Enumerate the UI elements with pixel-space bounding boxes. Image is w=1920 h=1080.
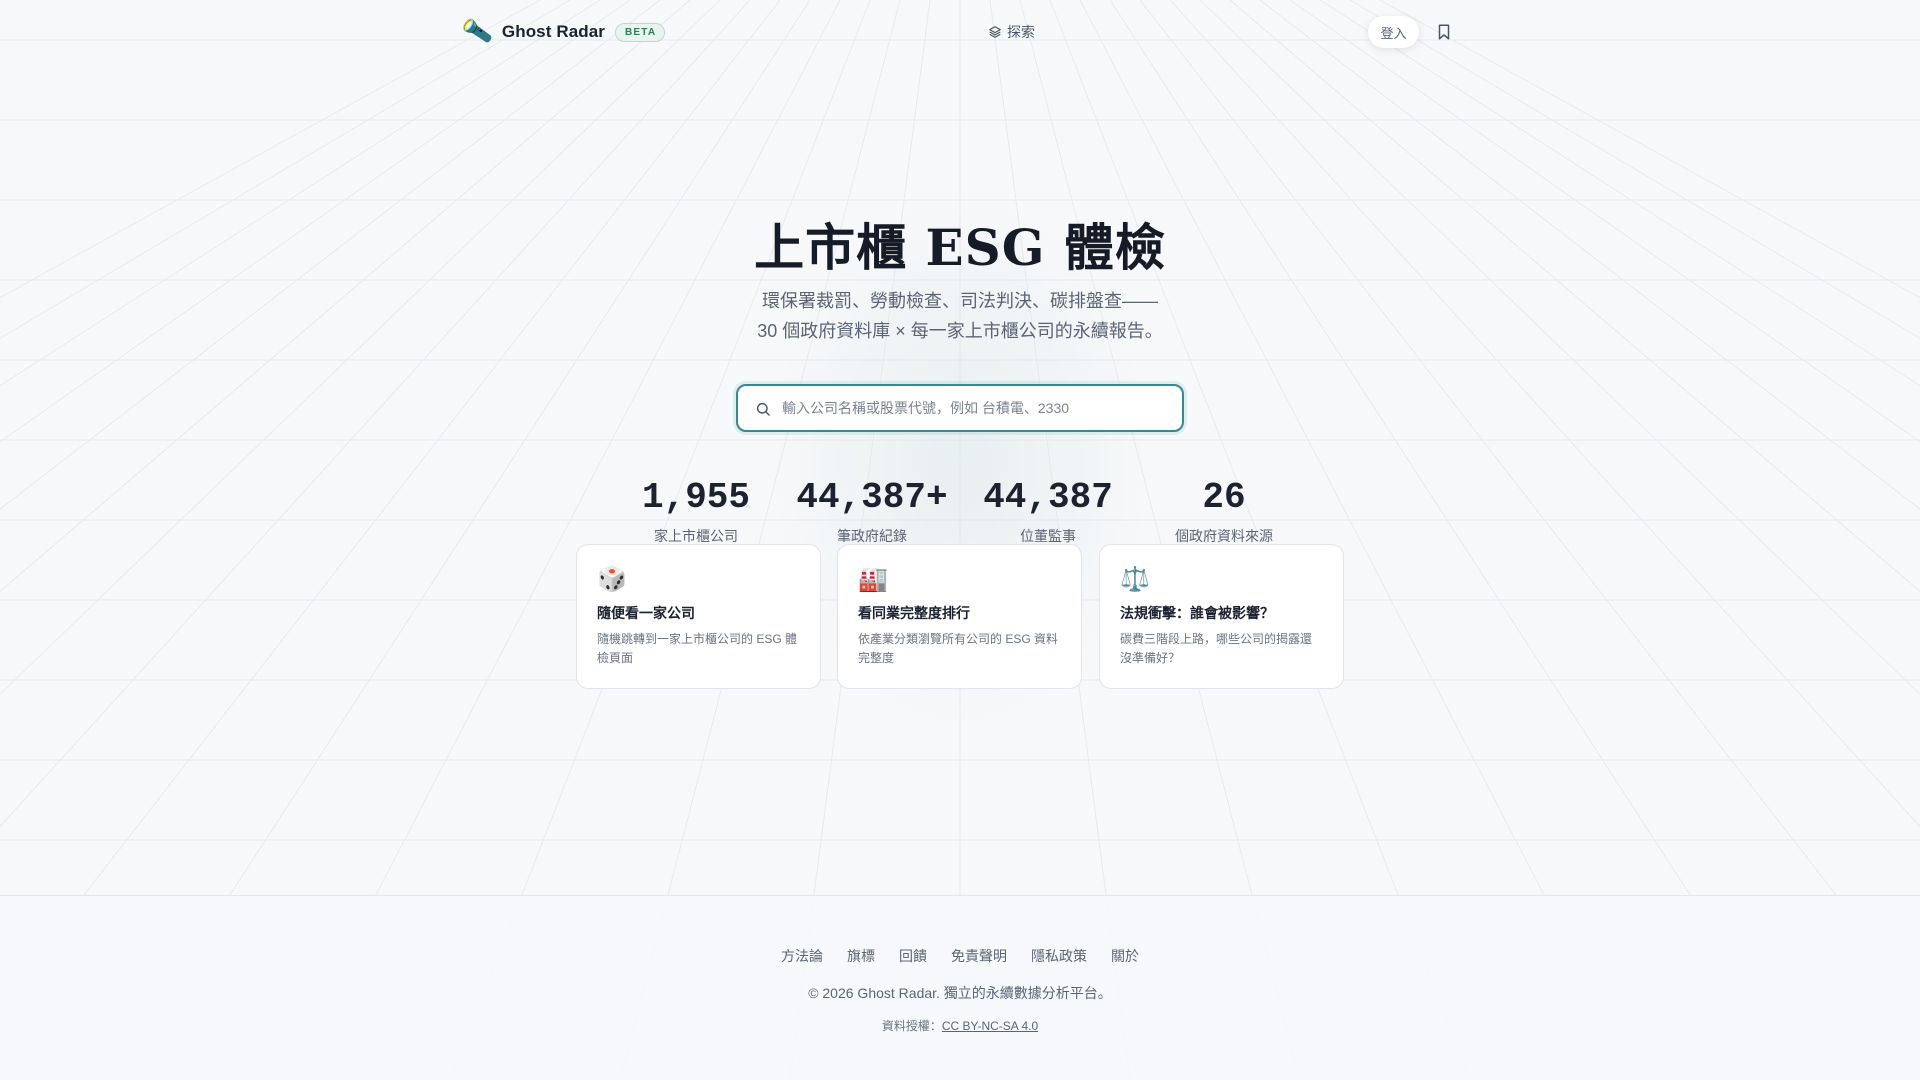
license-line: 資料授權：CC BY-NC-SA 4.0 bbox=[0, 1017, 1920, 1034]
stat-value: 44,387+ bbox=[796, 477, 948, 518]
card-title: 看同業完整度排行 bbox=[858, 605, 970, 621]
flashlight-icon: 🔦 bbox=[459, 15, 494, 48]
layers-icon bbox=[989, 26, 1001, 38]
dice-icon: 🎲 bbox=[597, 566, 627, 593]
subtitle-line-2: 30 個政府資料庫 × 每一家上市櫃公司的永續報告。 bbox=[757, 321, 1163, 341]
footer-link-about[interactable]: 關於 bbox=[1111, 946, 1139, 966]
regulation-impact-card[interactable]: ⚖️ 法規衝擊：誰會被影響？ 碳費三階段上路，哪些公司的揭露還沒準備好？ bbox=[1099, 544, 1344, 689]
footer-link-methodology[interactable]: 方法論 bbox=[781, 946, 823, 966]
beta-badge: BETA bbox=[615, 22, 666, 42]
search-icon bbox=[756, 402, 770, 416]
top-nav: 🔦 Ghost Radar BETA 探索 登入 bbox=[0, 0, 1920, 64]
brand[interactable]: 🔦 Ghost Radar BETA bbox=[459, 15, 666, 48]
factory-icon: 🏭 bbox=[858, 566, 888, 593]
card-description: 依產業分類瀏覽所有公司的 ESG 資料完整度 bbox=[858, 632, 1059, 665]
card-title: 法規衝擊：誰會被影響？ bbox=[1120, 605, 1274, 621]
brand-name: Ghost Radar bbox=[501, 22, 606, 41]
footer-links: 方法論 旗標 回饋 免責聲明 隱私政策 關於 bbox=[0, 946, 1920, 966]
bookmark-icon[interactable] bbox=[1435, 22, 1453, 42]
stat-label: 位董監事 bbox=[1020, 528, 1076, 544]
footer-link-disclaimer[interactable]: 免責聲明 bbox=[951, 946, 1007, 966]
stat-directors: 44,387 位董監事 bbox=[948, 474, 1148, 546]
login-button[interactable]: 登入 bbox=[1368, 16, 1419, 48]
card-description: 隨機跳轉到一家上市櫃公司的 ESG 體檢頁面 bbox=[597, 632, 798, 665]
subtitle-line-1: 環保署裁罰、勞動檢查、司法判決、碳排盤查—— bbox=[762, 291, 1158, 311]
footer: 方法論 旗標 回饋 免責聲明 隱私政策 關於 © 2026 Ghost Rada… bbox=[0, 895, 1920, 1080]
scales-icon: ⚖️ bbox=[1120, 566, 1150, 593]
copyright: © 2026 Ghost Radar. 獨立的永續數據分析平台。 bbox=[808, 985, 1112, 1001]
license-prefix: 資料授權： bbox=[881, 1019, 942, 1033]
industry-ranking-card[interactable]: 🏭 看同業完整度排行 依產業分類瀏覽所有公司的 ESG 資料完整度 bbox=[837, 544, 1082, 689]
page-title: 上市櫃 ESG 體檢 bbox=[754, 218, 1166, 277]
hero-subtitle: 環保署裁罰、勞動檢查、司法判決、碳排盤查—— 30 個政府資料庫 × 每一家上市… bbox=[0, 286, 1920, 346]
random-company-card[interactable]: 🎲 隨便看一家公司 隨機跳轉到一家上市櫃公司的 ESG 體檢頁面 bbox=[576, 544, 821, 689]
footer-link-flags[interactable]: 旗標 bbox=[847, 946, 875, 966]
explore-label: 探索 bbox=[1007, 24, 1035, 40]
search-input[interactable] bbox=[782, 386, 1172, 430]
card-title: 隨便看一家公司 bbox=[597, 605, 695, 621]
stat-label: 個政府資料來源 bbox=[1175, 528, 1273, 544]
stat-records: 44,387+ 筆政府紀錄 bbox=[772, 474, 972, 546]
footer-link-feedback[interactable]: 回饋 bbox=[899, 946, 927, 966]
stat-value: 26 bbox=[1202, 477, 1246, 518]
stat-companies: 1,955 家上市櫃公司 bbox=[596, 474, 796, 546]
stat-value: 1,955 bbox=[641, 477, 751, 518]
footer-link-privacy[interactable]: 隱私政策 bbox=[1031, 946, 1087, 966]
stat-sources: 26 個政府資料來源 bbox=[1124, 474, 1324, 546]
stat-value: 44,387 bbox=[983, 477, 1113, 518]
stat-label: 筆政府紀錄 bbox=[837, 528, 907, 544]
card-description: 碳費三階段上路，哪些公司的揭露還沒準備好？ bbox=[1120, 632, 1313, 665]
stat-label: 家上市櫃公司 bbox=[654, 528, 738, 544]
search-box[interactable] bbox=[736, 384, 1184, 432]
explore-link[interactable]: 探索 bbox=[988, 22, 1035, 42]
license-link[interactable]: CC BY-NC-SA 4.0 bbox=[942, 1019, 1038, 1033]
